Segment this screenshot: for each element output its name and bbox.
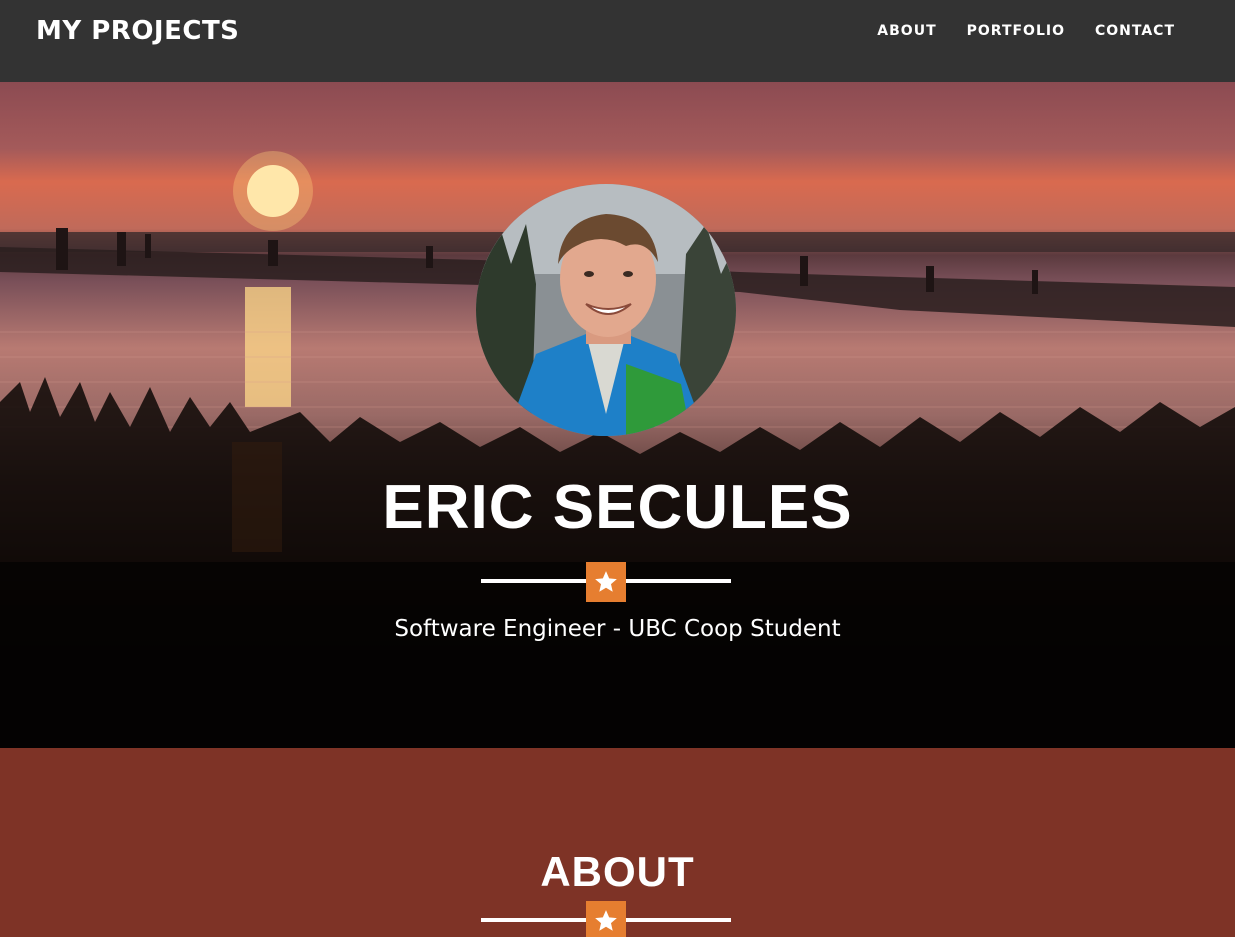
star-icon — [586, 562, 626, 602]
hero-section: ERIC SECULES Software Engineer - UBC Coo… — [0, 82, 1235, 748]
navbar: MY PROJECTS ABOUT PORTFOLIO CONTACT — [0, 0, 1235, 82]
profile-avatar — [476, 184, 736, 436]
divider-line-left — [481, 918, 586, 922]
nav-link-contact[interactable]: CONTACT — [1095, 23, 1175, 39]
divider-line-left — [481, 579, 586, 583]
brand-link[interactable]: MY PROJECTS — [36, 16, 239, 46]
hero-divider — [481, 562, 731, 602]
hero-subtitle: Software Engineer - UBC Coop Student — [394, 616, 841, 642]
divider-line-right — [626, 579, 731, 583]
about-title: ABOUT — [540, 848, 695, 895]
about-divider — [481, 901, 731, 937]
about-section: ABOUT — [0, 748, 1235, 937]
hero-name: ERIC SECULES — [382, 473, 853, 542]
divider-line-right — [626, 918, 731, 922]
nav-link-about[interactable]: ABOUT — [877, 23, 936, 39]
nav-link-portfolio[interactable]: PORTFOLIO — [967, 23, 1065, 39]
star-icon — [586, 901, 626, 937]
nav-menu: ABOUT PORTFOLIO CONTACT — [847, 23, 1175, 39]
